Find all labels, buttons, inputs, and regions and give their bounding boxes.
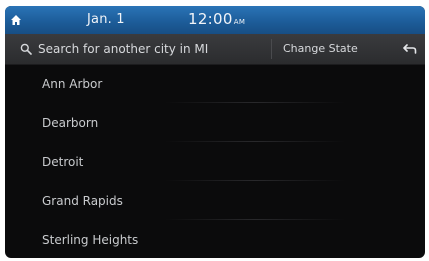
search-field[interactable]: Search for another city in MI bbox=[5, 34, 268, 64]
status-ampm: AM bbox=[233, 18, 246, 26]
row-separator bbox=[165, 180, 345, 181]
search-bar: Search for another city in MI Change Sta… bbox=[5, 34, 425, 65]
nav-screen: Jan. 1 12:00AM Search for another city i… bbox=[5, 6, 425, 258]
row-separator bbox=[165, 219, 345, 220]
status-bar: Jan. 1 12:00AM bbox=[5, 6, 425, 34]
back-button[interactable] bbox=[395, 34, 425, 64]
search-divider bbox=[271, 39, 272, 59]
list-item-dearborn[interactable]: Dearborn bbox=[5, 104, 425, 142]
list-item-ann-arbor[interactable]: Ann Arbor bbox=[5, 65, 425, 103]
list-item-detroit[interactable]: Detroit bbox=[5, 143, 425, 181]
city-name: Dearborn bbox=[42, 116, 99, 130]
status-date: Jan. 1 bbox=[87, 12, 125, 27]
row-separator bbox=[165, 141, 345, 142]
city-name: Grand Rapids bbox=[42, 194, 123, 208]
home-icon bbox=[11, 15, 21, 25]
status-time-value: 12:00 bbox=[188, 10, 233, 28]
row-separator bbox=[165, 102, 345, 103]
status-time: 12:00AM bbox=[188, 10, 245, 28]
city-name: Sterling Heights bbox=[42, 233, 139, 247]
city-name: Ann Arbor bbox=[42, 77, 103, 91]
list-item-grand-rapids[interactable]: Grand Rapids bbox=[5, 182, 425, 220]
search-icon bbox=[19, 42, 33, 56]
search-placeholder: Search for another city in MI bbox=[38, 42, 209, 56]
back-arrow-icon bbox=[403, 44, 417, 54]
list-item-sterling-heights[interactable]: Sterling Heights bbox=[5, 221, 425, 258]
change-state-button[interactable]: Change State bbox=[283, 34, 358, 64]
home-button[interactable] bbox=[5, 6, 27, 34]
city-list: Ann Arbor Dearborn Detroit Grand Rapids … bbox=[5, 65, 425, 258]
city-name: Detroit bbox=[42, 155, 84, 169]
